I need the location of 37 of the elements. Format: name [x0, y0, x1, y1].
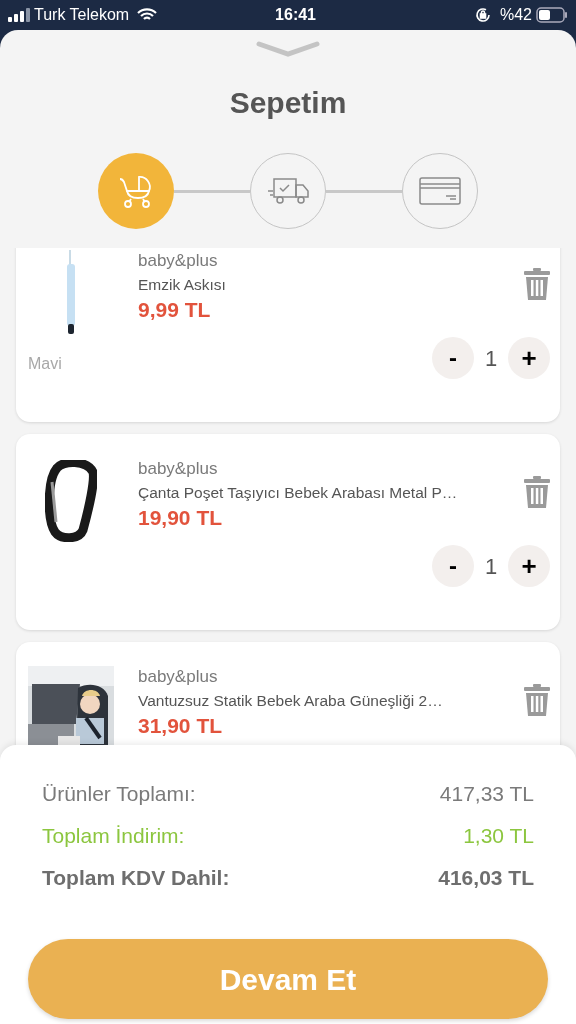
trash-icon[interactable] — [524, 268, 550, 300]
product-name[interactable]: Çanta Poşet Taşıyıcı Bebek Arabası Metal P… — [138, 482, 520, 504]
product-name[interactable]: Emzik Askısı — [138, 274, 520, 296]
summary-label: Toplam KDV Dahil: — [42, 865, 230, 891]
decrease-button[interactable]: - — [432, 337, 474, 379]
credit-card-icon — [418, 175, 462, 207]
brand-name: baby&plus — [138, 666, 219, 688]
signal-icon — [8, 8, 30, 22]
wifi-icon — [137, 8, 158, 22]
brand-name: baby&plus — [138, 458, 219, 480]
summary-value: 416,03 TL — [438, 865, 534, 891]
summary-value: 417,33 TL — [439, 781, 534, 807]
battery-percent: %42 — [499, 5, 532, 25]
product-price: 19,90 TL — [138, 505, 224, 531]
summary-label: Ürünler Toplamı: — [42, 781, 196, 807]
variant-label: Mavi — [28, 354, 63, 374]
battery-icon — [536, 7, 568, 23]
increase-button[interactable]: + — [508, 337, 550, 379]
carabiner-icon — [45, 460, 97, 542]
summary-label: Toplam İndirim: — [42, 823, 185, 849]
summary-value: 1,30 TL — [463, 823, 534, 849]
carrier-name: Turk Telekom — [34, 5, 130, 25]
quantity-value: 1 — [484, 344, 498, 373]
quantity-value: 1 — [484, 552, 498, 581]
product-price: 31,90 TL — [138, 713, 224, 739]
truck-icon — [266, 175, 310, 207]
page-title: Sepetim — [229, 85, 347, 121]
increase-button[interactable]: + — [508, 545, 550, 587]
decrease-button[interactable]: - — [432, 545, 474, 587]
product-price: 9,99 TL — [138, 297, 212, 323]
rotation-lock-icon — [473, 6, 492, 24]
chevron-down-icon[interactable] — [256, 40, 320, 58]
product-name[interactable]: Vantuzsuz Statik Bebek Araba Güneşliği 2… — [138, 690, 520, 712]
clock-time: 16:41 — [274, 5, 317, 25]
trash-icon[interactable] — [524, 476, 550, 508]
brand-name: baby&plus — [138, 250, 219, 272]
trash-icon[interactable] — [524, 684, 550, 716]
